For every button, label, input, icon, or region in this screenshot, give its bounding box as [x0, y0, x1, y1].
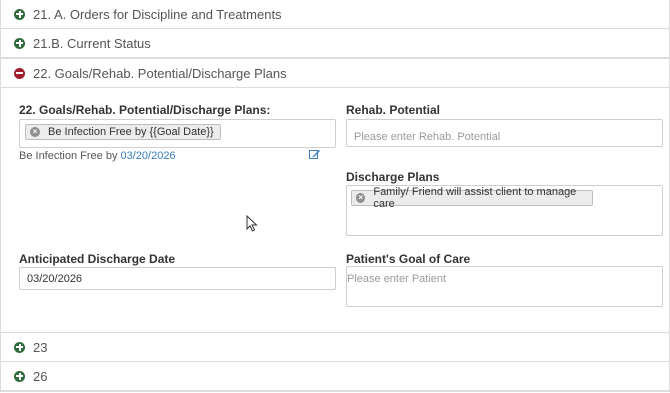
section-21a-header[interactable]: 21. A. Orders for Discipline and Treatme… [1, 0, 669, 29]
discharge-plans-label: Discharge Plans [346, 170, 440, 184]
section-21a-title: 21. A. Orders for Discipline and Treatme… [33, 6, 282, 22]
anticipated-discharge-input[interactable]: 03/20/2026 [19, 267, 336, 290]
rehab-potential-label: Rehab. Potential [346, 103, 441, 117]
discharge-plans-multiselect[interactable]: × Family/ Friend will assist client to m… [346, 185, 663, 236]
goal-of-care-placeholder: Please enter Patient [347, 273, 447, 285]
discharge-plans-tag[interactable]: × Family/ Friend will assist client to m… [351, 186, 593, 210]
rehab-potential-input[interactable]: Please enter Rehab. Potential [346, 119, 663, 147]
goals-preview-date[interactable]: 03/20/2026 [121, 150, 176, 162]
section-22-title: 22. Goals/Rehab. Potential/Discharge Pla… [33, 65, 287, 81]
edit-icon[interactable] [309, 149, 321, 160]
remove-tag-icon[interactable]: × [356, 193, 366, 203]
expand-plus-icon[interactable] [14, 370, 25, 382]
anticipated-discharge-value: 03/20/2026 [27, 273, 83, 285]
rehab-potential-placeholder: Please enter Rehab. Potential [354, 131, 501, 143]
goals-tag[interactable]: × Be Infection Free by {{Goal Date}} [25, 124, 221, 140]
section-26-header[interactable]: 26 [1, 362, 669, 391]
section-26-title: 26 [33, 368, 48, 384]
section-21b-header[interactable]: 21.B. Current Status [1, 29, 669, 58]
remove-tag-icon[interactable]: × [30, 127, 40, 137]
mouse-pointer-icon [246, 215, 258, 232]
goals-label: 22. Goals/Rehab. Potential/Discharge Pla… [19, 103, 271, 117]
section-23-header[interactable]: 23 [1, 333, 669, 362]
goal-of-care-textarea[interactable]: Please enter Patient [346, 266, 663, 307]
section-22-body: 22. Goals/Rehab. Potential/Discharge Pla… [1, 88, 669, 333]
section-22-header[interactable]: 22. Goals/Rehab. Potential/Discharge Pla… [1, 58, 669, 88]
expand-plus-icon[interactable] [14, 8, 25, 20]
goal-of-care-label: Patient's Goal of Care [346, 252, 471, 266]
section-23-title: 23 [33, 339, 48, 355]
goals-preview-text: Be Infection Free by [19, 150, 121, 162]
anticipated-discharge-label: Anticipated Discharge Date [19, 252, 176, 266]
expand-plus-icon[interactable] [14, 341, 25, 353]
goals-preview: Be Infection Free by 03/20/2026 [19, 150, 176, 162]
plan-of-care-accordion: 21. A. Orders for Discipline and Treatme… [0, 0, 670, 392]
goals-multiselect[interactable]: × Be Infection Free by {{Goal Date}} [19, 119, 336, 148]
discharge-plans-tag-text: Family/ Friend will assist client to man… [373, 186, 577, 210]
goals-tag-text: Be Infection Free by {{Goal Date}} [48, 126, 214, 138]
section-21b-title: 21.B. Current Status [33, 35, 151, 51]
expand-plus-icon[interactable] [14, 37, 25, 49]
collapse-minus-icon[interactable] [14, 67, 25, 79]
